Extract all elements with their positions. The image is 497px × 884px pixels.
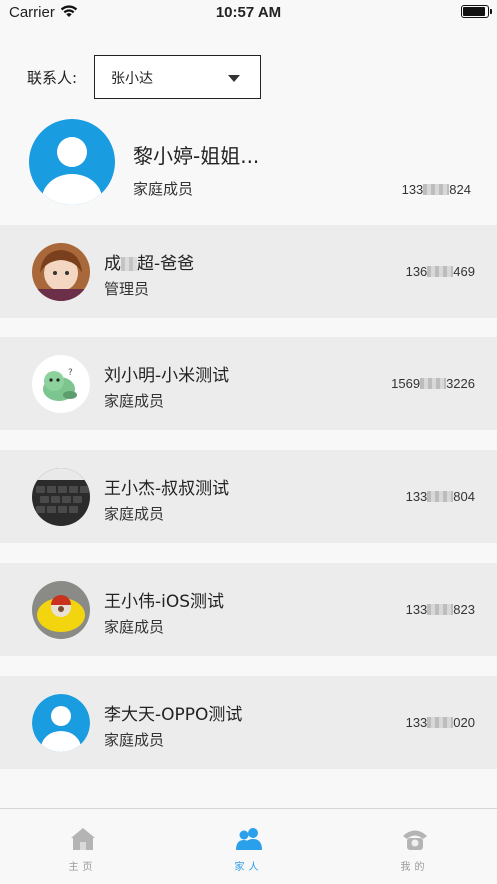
member-name: 成超-爸爸 <box>104 254 195 274</box>
owner-role: 家庭成员 <box>133 180 194 198</box>
member-name: 王小伟-iOS测试 <box>104 592 225 612</box>
member-row[interactable]: 王小伟-iOS测试 家庭成员 133 823 <box>0 563 497 656</box>
phone-mask <box>427 604 454 615</box>
member-row[interactable]: 李大天-OPPO测试 家庭成员 133 020 <box>0 676 497 769</box>
tab-home-label: 主页 <box>68 862 97 873</box>
tab-profile[interactable]: 我的 <box>332 809 497 884</box>
member-name: 刘小明-小米测试 <box>104 366 230 386</box>
member-name: 王小杰-叔叔测试 <box>104 479 230 499</box>
family-icon <box>235 828 262 850</box>
name-mask <box>121 257 137 271</box>
contact-dropdown-value: 张小达 <box>111 71 153 87</box>
profile-phone-icon <box>402 830 427 850</box>
phone-mask <box>427 266 454 277</box>
anime-avatar-icon <box>32 243 90 301</box>
tab-home[interactable]: 主页 <box>0 809 165 884</box>
phone-mask <box>427 717 454 728</box>
member-row[interactable]: ? 刘小明-小米测试 家庭成员 1569 3226 <box>0 337 497 430</box>
toy-photo-avatar-icon <box>32 581 90 639</box>
tab-family-label: 家人 <box>234 862 263 873</box>
clock: 10:57 AM <box>215 4 282 21</box>
member-name: 李大天-OPPO测试 <box>104 705 243 725</box>
status-bar: Carrier 10:57 AM <box>0 0 497 26</box>
phone-mask <box>420 378 447 389</box>
tab-family[interactable]: 家人 <box>166 809 331 884</box>
tab-bar: 主页 家人 我的 <box>0 808 497 884</box>
phone-mask <box>427 491 454 502</box>
member-phone: 133 804 <box>405 489 475 504</box>
member-phone: 136 469 <box>405 264 475 279</box>
member-role: 家庭成员 <box>104 618 165 636</box>
member-role: 家庭成员 <box>104 505 165 523</box>
green-monster-avatar-icon: ? <box>32 355 90 413</box>
member-phone: 133 823 <box>405 602 475 617</box>
contact-label: 联系人: <box>27 69 78 87</box>
home-icon <box>70 828 95 850</box>
owner-name: 黎小婷-姐姐... <box>133 144 260 168</box>
tab-profile-label: 我的 <box>400 862 429 873</box>
member-phone: 133 020 <box>405 715 475 730</box>
default-user-avatar-icon <box>29 119 115 205</box>
member-phone: 1569 3226 <box>391 376 475 391</box>
member-row[interactable]: 成超-爸爸 管理员 136 469 <box>0 225 497 318</box>
battery-icon <box>461 5 492 18</box>
svg-text:?: ? <box>68 368 73 378</box>
member-role: 家庭成员 <box>104 392 165 410</box>
owner-phone: 133 824 <box>401 182 471 197</box>
member-role: 家庭成员 <box>104 731 165 749</box>
contact-dropdown[interactable]: 张小达 <box>94 55 261 99</box>
keyboard-photo-avatar-icon <box>32 468 90 526</box>
default-user-avatar-icon <box>32 694 90 752</box>
owner-card[interactable]: 黎小婷-姐姐... 家庭成员 133 824 <box>0 112 497 212</box>
member-role: 管理员 <box>104 280 150 298</box>
member-row[interactable]: 王小杰-叔叔测试 家庭成员 133 804 <box>0 450 497 543</box>
phone-mask <box>423 184 450 195</box>
caret-down-icon <box>228 75 240 82</box>
